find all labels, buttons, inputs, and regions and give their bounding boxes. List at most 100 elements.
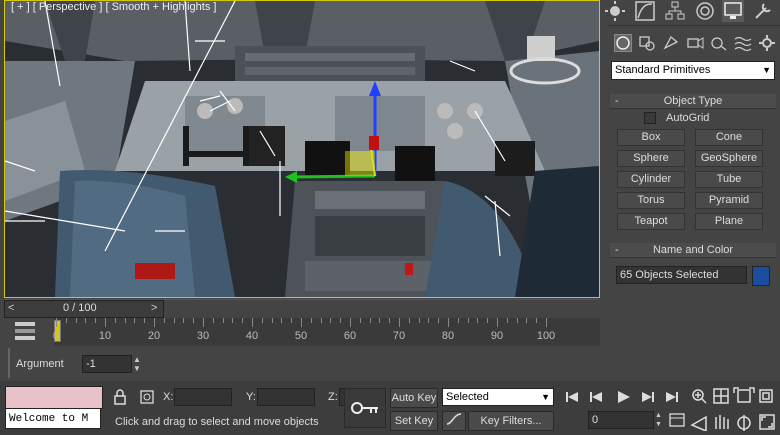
- set-key-button[interactable]: Set Key: [390, 411, 438, 431]
- primitive-button-cylinder[interactable]: Cylinder: [617, 171, 685, 188]
- timeline-tick: [301, 318, 302, 327]
- default-tangents-icon[interactable]: [442, 411, 466, 431]
- timeline-tick: [261, 318, 263, 323]
- primitive-button-geosphere[interactable]: GeoSphere: [695, 150, 763, 167]
- perspective-viewport[interactable]: [ + ] [ Perspective ] [ Smooth + Highlig…: [4, 0, 600, 298]
- zoom-all-icon: [713, 388, 729, 404]
- absolute-mode-icon[interactable]: [138, 388, 156, 406]
- hierarchy-tab-icon[interactable]: [664, 0, 686, 22]
- y-coord-field[interactable]: [257, 388, 315, 406]
- collapse-minus-icon: -: [615, 95, 619, 107]
- open-mini-curve-editor-icon[interactable]: [12, 320, 38, 342]
- timeline-tick: [95, 318, 97, 323]
- key-filters-button[interactable]: Key Filters...: [468, 411, 554, 431]
- prompt-line: Click and drag to select and move object…: [115, 416, 319, 428]
- argument-field[interactable]: [82, 355, 132, 373]
- frame-spinner-icon[interactable]: ▲ ▼: [655, 411, 663, 429]
- orbit-icon: [737, 415, 751, 431]
- name-color-rollout-header[interactable]: - Name and Color: [610, 243, 776, 258]
- go-to-end-icon: [666, 392, 678, 402]
- timeline-tick-label: 60: [343, 330, 357, 342]
- timeline-tick: [359, 318, 361, 323]
- timeline-tick: [271, 318, 273, 323]
- create-tab-sun-icon[interactable]: [604, 0, 626, 22]
- space-warps-icon[interactable]: [734, 34, 752, 52]
- primitive-button-sphere[interactable]: Sphere: [617, 150, 685, 167]
- time-configuration-icon[interactable]: [668, 411, 686, 429]
- timeline-tick: [408, 318, 410, 323]
- cameras-icon[interactable]: [686, 34, 704, 52]
- timeline-tick: [428, 318, 430, 323]
- object-color-swatch[interactable]: [752, 266, 770, 286]
- timeline-tick: [379, 318, 381, 323]
- object-name-field[interactable]: [616, 266, 747, 284]
- geometry-icon[interactable]: [614, 34, 632, 52]
- key-mode-select[interactable]: Selected ▼: [442, 388, 554, 406]
- timeline-tick: [222, 318, 224, 323]
- field-of-view-icon: [690, 415, 707, 433]
- helpers-icon[interactable]: [710, 34, 728, 52]
- systems-icon[interactable]: [758, 34, 776, 52]
- argument-spinner-icon[interactable]: ▲ ▼: [133, 355, 143, 373]
- primitive-button-tube[interactable]: Tube: [695, 171, 763, 188]
- argument-label: Argument: [16, 358, 64, 370]
- timeline-tick: [310, 318, 312, 323]
- primitive-button-teapot[interactable]: Teapot: [617, 213, 685, 230]
- autogrid-checkbox[interactable]: [644, 112, 656, 124]
- timeline-tick: [546, 318, 547, 327]
- time-slider[interactable]: < 0 / 100 >: [4, 300, 164, 318]
- track-bar[interactable]: 0 10 20 30 40 50 60 70 80 90 100: [52, 318, 600, 346]
- key-mode-value: Selected: [446, 391, 489, 403]
- display-tab-icon[interactable]: [722, 0, 744, 22]
- timeline-tick: [487, 318, 489, 323]
- timeline-tick-label: 90: [490, 330, 504, 342]
- x-coord-field[interactable]: [174, 388, 232, 406]
- go-to-start-icon: [566, 392, 578, 402]
- primitive-button-torus[interactable]: Torus: [617, 192, 685, 209]
- name-color-title: Name and Color: [652, 244, 734, 256]
- viewport-label[interactable]: [ + ] [ Perspective ] [ Smooth + Highlig…: [11, 1, 216, 13]
- timeline-tick-label: 30: [196, 330, 210, 342]
- lights-icon[interactable]: [662, 34, 680, 52]
- timeline-tick-label: 0: [52, 330, 60, 342]
- selection-lock-icon[interactable]: [112, 389, 128, 405]
- zoom-icon: [692, 389, 707, 404]
- chevron-down-icon: ▼: [762, 65, 771, 75]
- object-type-rollout-header[interactable]: - Object Type: [610, 94, 776, 109]
- timeline-tick: [232, 318, 234, 323]
- timeline-tick: [212, 318, 214, 323]
- maxscript-listener-white[interactable]: Welcome to M: [5, 408, 101, 429]
- object-type-title: Object Type: [663, 95, 723, 107]
- primitive-button-pyramid[interactable]: Pyramid: [695, 192, 763, 209]
- timeline-tick-label: 50: [294, 330, 308, 342]
- timeline-tick: [144, 318, 146, 323]
- auto-key-button[interactable]: Auto Key: [390, 388, 438, 408]
- autogrid-label: AutoGrid: [666, 112, 710, 124]
- timeline-tick: [340, 318, 342, 323]
- timeline-tick: [163, 318, 165, 323]
- set-keys-button[interactable]: [344, 388, 386, 428]
- utilities-tab-icon[interactable]: [752, 0, 774, 22]
- time-next-button[interactable]: >: [151, 302, 157, 314]
- timeline-tick: [418, 318, 420, 323]
- current-frame-field[interactable]: [588, 411, 654, 429]
- timeline-tick: [506, 318, 508, 323]
- primitive-button-plane[interactable]: Plane: [695, 213, 763, 230]
- timeline-tick: [320, 318, 322, 323]
- command-panel: [602, 0, 780, 380]
- category-dropdown[interactable]: Standard Primitives ▼: [611, 61, 775, 80]
- zoom-extents-all-icon: [759, 389, 773, 403]
- maxscript-listener-pink[interactable]: [5, 386, 103, 409]
- tab-divider: [608, 25, 780, 26]
- z-coord-label: Z:: [328, 391, 338, 403]
- timeline-tick: [242, 318, 244, 323]
- motion-tab-icon[interactable]: [694, 0, 716, 22]
- timeline-tick: [457, 318, 459, 323]
- timeline-tick: [56, 318, 57, 327]
- primitive-button-box[interactable]: Box: [617, 129, 685, 146]
- shapes-icon[interactable]: [638, 34, 656, 52]
- time-prev-button[interactable]: <: [8, 302, 14, 314]
- timeline-tick: [281, 318, 283, 323]
- primitive-button-cone[interactable]: Cone: [695, 129, 763, 146]
- modify-tab-icon[interactable]: [634, 0, 656, 22]
